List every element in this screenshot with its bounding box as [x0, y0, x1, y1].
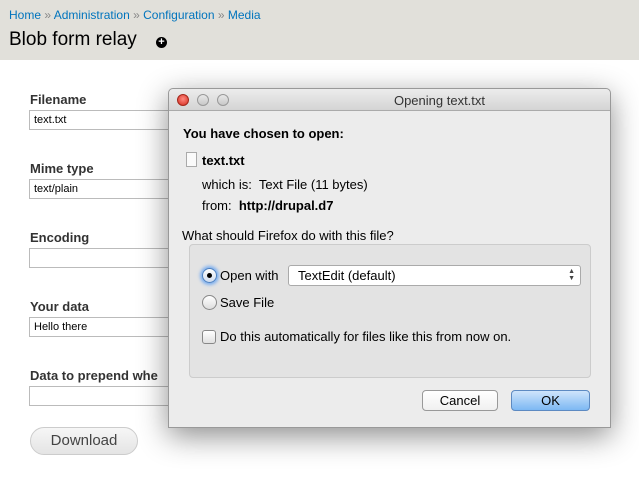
- encoding-label: Encoding: [30, 230, 90, 245]
- breadcrumb: Home » Administration » Configuration » …: [9, 8, 261, 22]
- auto-action-checkbox[interactable]: [202, 330, 216, 344]
- mime-type-label: Mime type: [30, 161, 94, 176]
- dialog-filename: text.txt: [202, 153, 245, 168]
- prepend-label: Data to prepend whe: [30, 368, 158, 383]
- breadcrumb-separator: »: [44, 8, 52, 22]
- which-is-label: which is:: [202, 177, 252, 192]
- dialog-title: Opening text.txt: [393, 93, 486, 108]
- download-button[interactable]: Download: [30, 427, 138, 455]
- action-group: Open with TextEdit (default) ▲ ▼ Save Fil…: [189, 244, 591, 378]
- action-question: What should Firefox do with this file?: [182, 228, 394, 243]
- page-title: Blob form relay: [9, 29, 137, 50]
- add-shortcut-icon[interactable]: +: [156, 37, 167, 48]
- source-url: http://drupal.d7: [238, 198, 334, 213]
- open-with-radio[interactable]: [202, 268, 217, 283]
- breadcrumb-configuration[interactable]: Configuration: [143, 8, 214, 22]
- breadcrumb-media[interactable]: Media: [228, 8, 261, 22]
- your-data-label: Your data: [30, 299, 89, 314]
- breadcrumb-separator: »: [133, 8, 140, 22]
- application-select[interactable]: TextEdit (default) ▲ ▼: [288, 265, 581, 286]
- open-with-label[interactable]: Open with: [220, 268, 279, 283]
- filename-label: Filename: [30, 92, 87, 107]
- dialog-titlebar[interactable]: Opening text.txt: [169, 89, 610, 111]
- application-select-value: TextEdit (default): [298, 268, 396, 283]
- file-icon: [186, 152, 197, 167]
- breadcrumb-separator: »: [217, 8, 225, 22]
- save-file-radio[interactable]: [202, 295, 217, 310]
- from-label: from:: [202, 198, 232, 213]
- file-type: Text File (11 bytes): [258, 177, 368, 192]
- dialog-heading: You have chosen to open:: [183, 126, 344, 141]
- cancel-button[interactable]: Cancel: [422, 390, 498, 411]
- auto-action-label[interactable]: Do this automatically for files like thi…: [220, 329, 511, 344]
- breadcrumb-home[interactable]: Home: [9, 8, 41, 22]
- open-file-dialog: Opening text.txt You have chosen to open…: [168, 88, 611, 428]
- select-arrows-icon: ▲ ▼: [568, 268, 575, 282]
- save-file-label[interactable]: Save File: [220, 295, 274, 310]
- ok-button[interactable]: OK: [511, 390, 590, 411]
- page-header: Home » Administration » Configuration » …: [0, 0, 639, 60]
- breadcrumb-administration[interactable]: Administration: [54, 8, 130, 22]
